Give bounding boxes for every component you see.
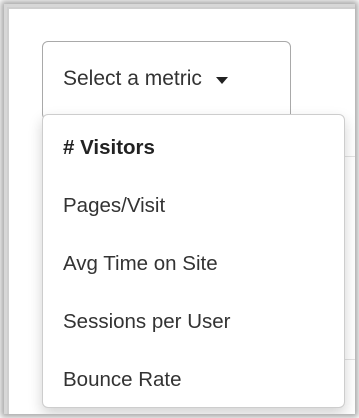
metric-select-button[interactable]: Select a metric xyxy=(42,41,291,120)
menu-item-bounce-rate[interactable]: Bounce Rate xyxy=(43,351,344,409)
menu-item-avg-time-on-site[interactable]: Avg Time on Site xyxy=(43,235,344,293)
menu-item-sessions-per-user[interactable]: Sessions per User xyxy=(43,293,344,351)
menu-item-visitors[interactable]: # Visitors xyxy=(43,119,344,177)
screenshot-frame: Select a metric # Visitors Pages/Visit A… xyxy=(4,4,355,414)
metric-select-label: Select a metric xyxy=(63,67,202,90)
metric-dropdown-menu: # Visitors Pages/Visit Avg Time on Site … xyxy=(42,114,345,408)
menu-item-pages-per-visit[interactable]: Pages/Visit xyxy=(43,177,344,235)
caret-down-icon xyxy=(215,77,228,84)
